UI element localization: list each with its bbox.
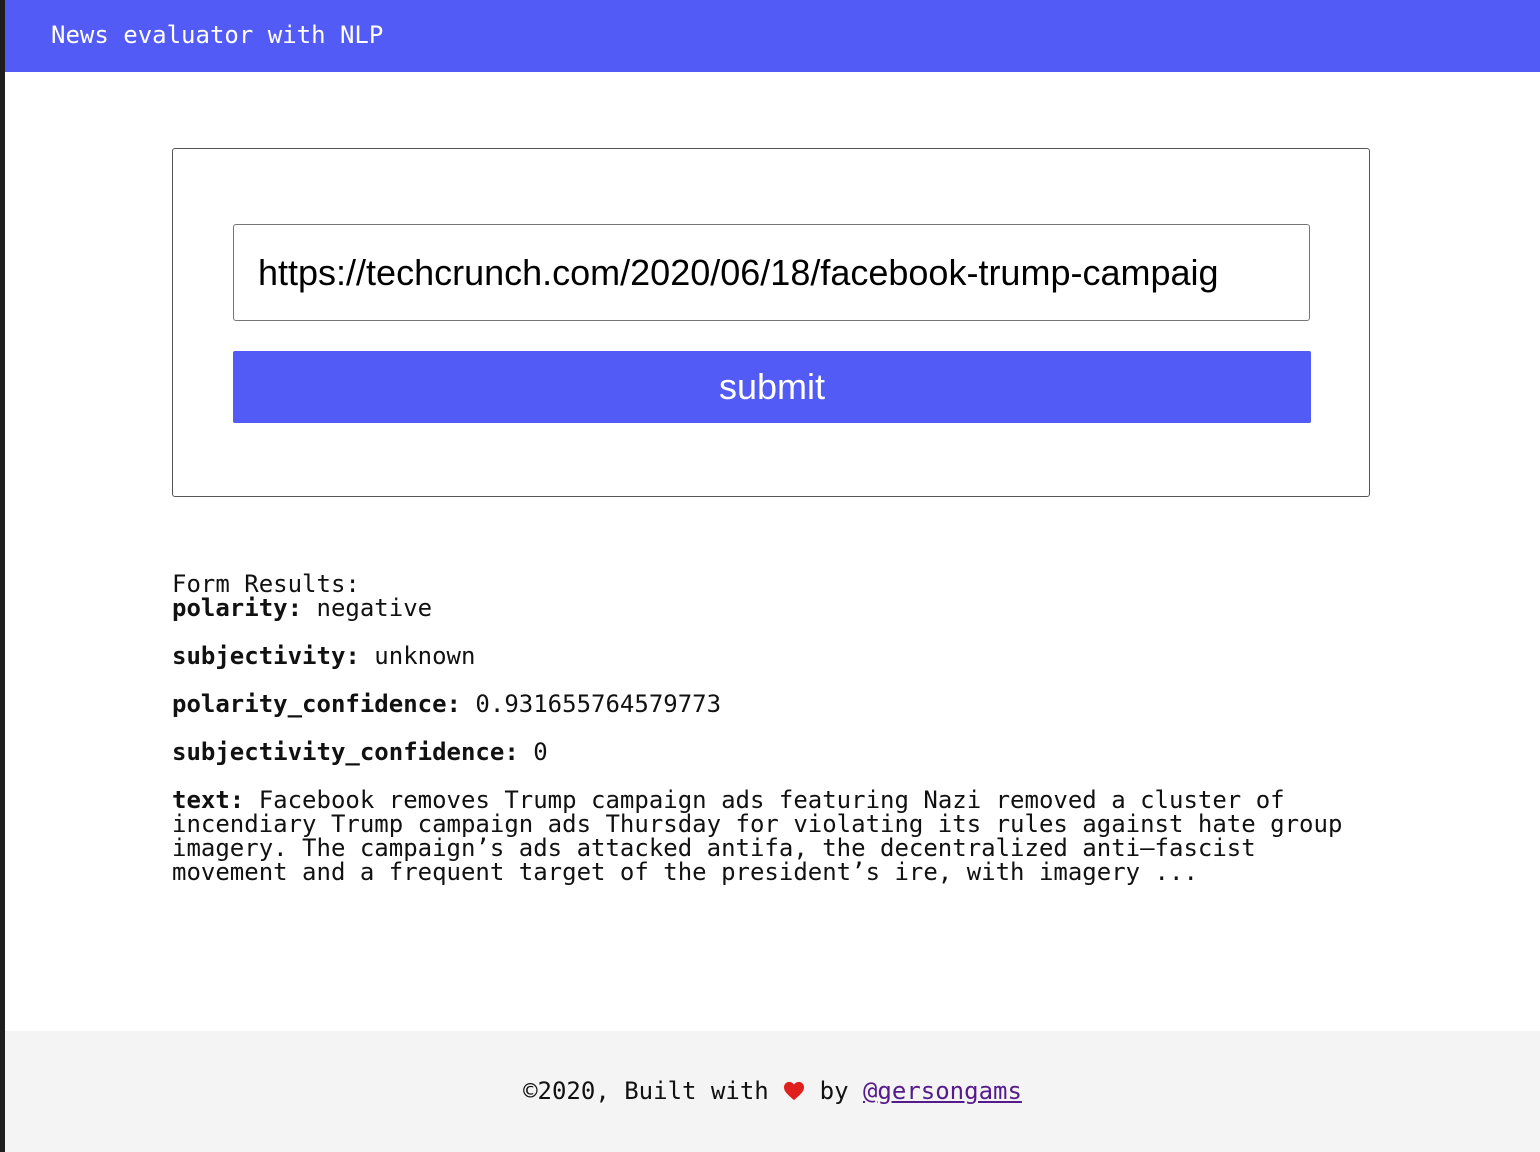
submit-button[interactable]: submit bbox=[233, 351, 1311, 423]
window-edge bbox=[0, 0, 5, 1152]
form-results: Form Results: polarity: negative subject… bbox=[172, 572, 1372, 884]
results-heading: Form Results: bbox=[172, 570, 360, 598]
top-bar: News evaluator with NLP bbox=[5, 0, 1540, 72]
result-polarity: polarity: negative bbox=[172, 596, 1372, 620]
footer: ©2020, Built with by @gersongams bbox=[5, 1031, 1540, 1152]
result-value: 0.931655764579773 bbox=[460, 690, 722, 718]
result-key: subjectivity: bbox=[172, 642, 360, 670]
footer-prefix: ©2020, Built with bbox=[523, 1077, 784, 1105]
result-value: negative bbox=[302, 594, 433, 622]
result-polarity-confidence: polarity_confidence: 0.931655764579773 bbox=[172, 692, 1372, 716]
result-value: 0 bbox=[518, 738, 548, 766]
result-key: subjectivity_confidence: bbox=[172, 738, 519, 766]
result-key: polarity_confidence: bbox=[172, 690, 461, 718]
app-title: News evaluator with NLP bbox=[51, 21, 384, 49]
heart-icon bbox=[784, 1081, 805, 1101]
url-input[interactable] bbox=[233, 224, 1310, 321]
result-subjectivity: subjectivity: unknown bbox=[172, 644, 1372, 668]
result-value: unknown bbox=[359, 642, 476, 670]
result-key: polarity: bbox=[172, 594, 303, 622]
result-text-value: Facebook removes Trump campaign ads feat… bbox=[172, 786, 1343, 886]
footer-credit: ©2020, Built with by @gersongams bbox=[5, 1075, 1540, 1107]
result-text: text: Facebook removes Trump campaign ad… bbox=[172, 788, 1372, 884]
result-subjectivity-confidence: subjectivity_confidence: 0 bbox=[172, 740, 1372, 764]
author-link[interactable]: @gersongams bbox=[863, 1077, 1022, 1105]
footer-middle: by bbox=[805, 1077, 863, 1105]
url-form: submit bbox=[172, 148, 1370, 497]
